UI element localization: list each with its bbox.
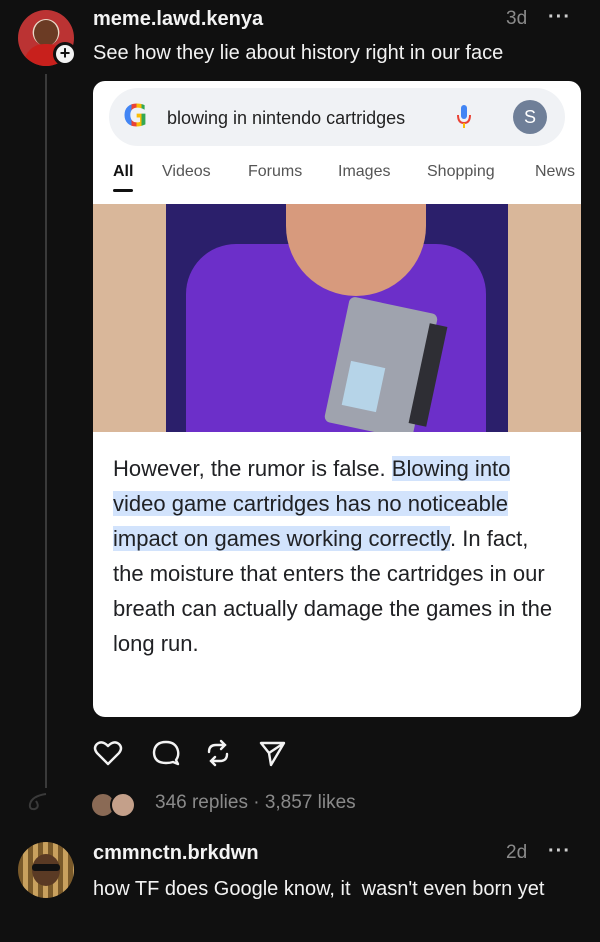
post-username[interactable]: meme.lawd.kenya [93,8,263,31]
google-logo: G [123,99,148,134]
reply-username[interactable]: cmmnctn.brkdwn [93,842,259,865]
photo-background [166,204,508,432]
mic-icon[interactable] [455,104,473,130]
reply-avatar [110,792,136,818]
repost-icon[interactable] [203,738,233,768]
snippet-text-1: However, the rumor is false. [113,456,392,481]
tab-news[interactable]: News [535,163,575,181]
post-time: 3d [506,8,528,29]
google-logo-letter: G [123,99,148,134]
reply-like-stats[interactable]: 346 replies · 3,857 likes [155,792,356,814]
action-bar [93,738,293,774]
tab-forums[interactable]: Forums [248,163,302,181]
share-icon[interactable] [257,738,287,768]
more-options-icon[interactable]: ··· [548,840,571,863]
result-snippet: However, the rumor is false. Blowing int… [113,451,563,661]
thread-loop-icon [28,793,47,811]
search-query[interactable]: blowing in nintendo cartridges [167,108,405,129]
avatar-glasses [32,864,60,871]
tab-underline [113,189,133,192]
more-options-icon[interactable]: ··· [548,6,571,29]
tab-videos[interactable]: Videos [162,163,211,181]
follow-plus-icon[interactable]: + [53,42,77,66]
result-image[interactable] [93,204,581,432]
profile-avatar[interactable]: S [513,100,547,134]
avatar-face [34,20,58,46]
search-bar[interactable]: G blowing in nintendo cartridges S [109,88,565,146]
tab-shopping[interactable]: Shopping [427,163,495,181]
tab-all[interactable]: All [113,163,133,181]
screenshot-card: G blowing in nintendo cartridges S All V… [93,81,581,717]
tab-images[interactable]: Images [338,163,390,181]
comment-icon[interactable] [151,738,181,768]
reply-text: how TF does Google know, it wasn't even … [93,878,545,900]
search-tabs: All Videos Forums Images Shopping News [93,163,581,193]
reply-time: 2d [506,842,528,863]
heart-icon[interactable] [93,738,123,768]
avatar[interactable] [18,842,74,898]
thread-line [45,74,47,788]
post-text: See how they lie about history right in … [93,42,504,64]
reply-avatars [90,790,148,820]
